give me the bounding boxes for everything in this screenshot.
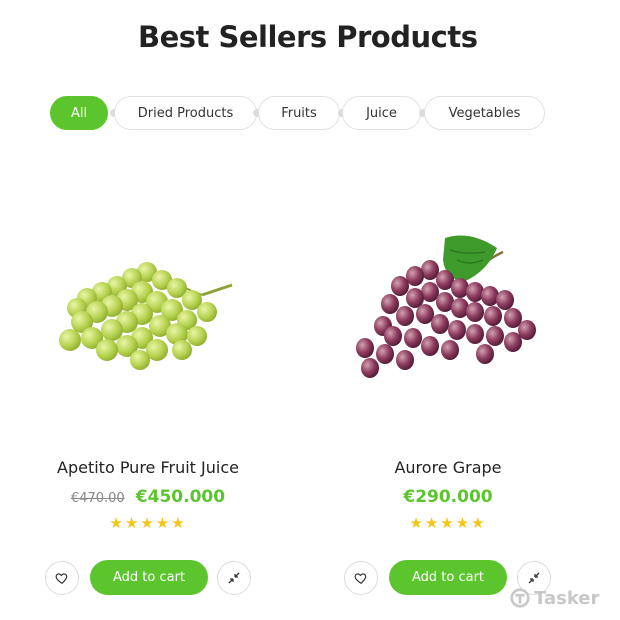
product-name[interactable]: Apetito Pure Fruit Juice xyxy=(18,458,278,477)
section-title: Best Sellers Products xyxy=(138,20,478,54)
filter-dried-products[interactable]: Dried Products xyxy=(114,96,257,130)
heart-icon xyxy=(354,573,367,584)
add-to-cart-button[interactable]: Add to cart xyxy=(90,560,208,595)
heart-icon xyxy=(55,573,68,584)
product-name[interactable]: Aurore Grape xyxy=(318,458,578,477)
current-price: €450.000 xyxy=(135,487,226,507)
compare-button[interactable] xyxy=(217,561,251,595)
rating-stars: ★★★★★ xyxy=(109,514,187,532)
rating-stars: ★★★★★ xyxy=(409,514,487,532)
watermark-text: Tasker xyxy=(534,587,600,609)
current-price: €290.000 xyxy=(403,487,493,507)
wishlist-button[interactable] xyxy=(344,561,378,595)
add-to-cart-button[interactable]: Add to cart xyxy=(389,560,507,595)
filter-juice[interactable]: Juice xyxy=(342,96,421,130)
tasker-logo-icon xyxy=(510,588,530,608)
product-price-group: €290.000 xyxy=(318,487,578,507)
product-price-group: €470.00 €450.000 xyxy=(18,487,278,507)
filter-fruits[interactable]: Fruits xyxy=(258,96,340,130)
filter-vegetables[interactable]: Vegetables xyxy=(424,96,545,130)
product-image-green-grapes[interactable] xyxy=(52,250,237,380)
wishlist-button[interactable] xyxy=(45,561,79,595)
compare-icon xyxy=(228,572,240,584)
old-price: €470.00 xyxy=(70,491,125,506)
product-image-red-grapes[interactable] xyxy=(345,230,545,380)
filter-all[interactable]: All xyxy=(50,96,108,130)
tasker-watermark: Tasker xyxy=(509,586,599,610)
compare-icon xyxy=(528,572,540,584)
